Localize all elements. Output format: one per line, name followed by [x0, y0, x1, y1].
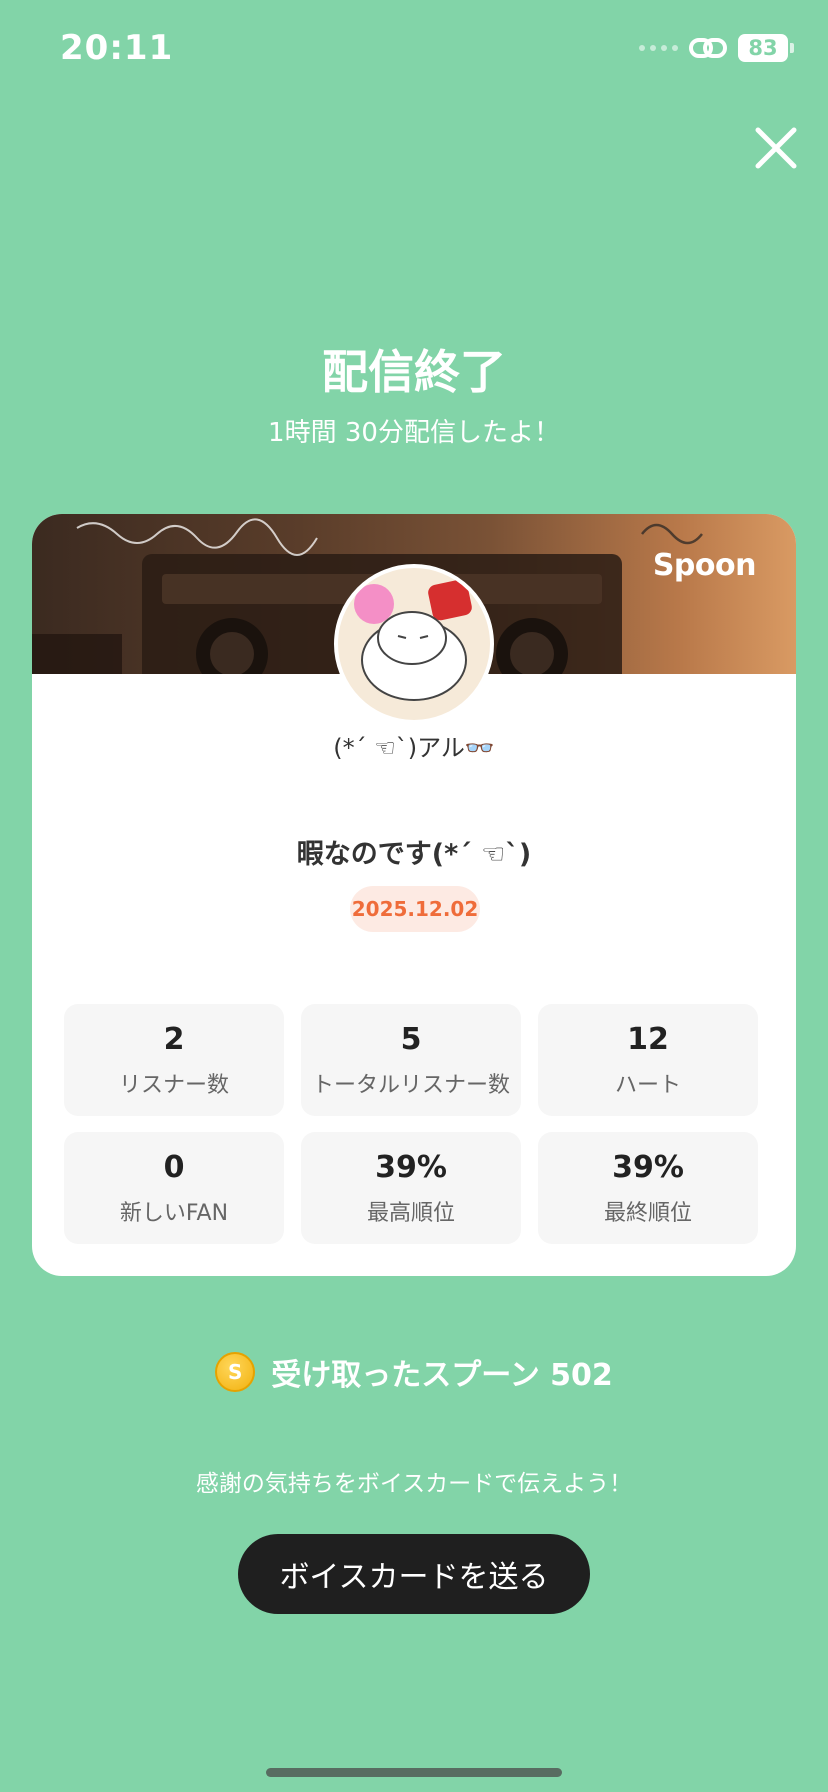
stat-label: ハート [614, 1072, 681, 1098]
status-indicators: 83 [639, 34, 794, 62]
stats-grid: 2 リスナー数 5 トータルリスナー数 12 ハート 0 新しいFAN 39% … [64, 1004, 758, 1244]
stat-value: 12 [627, 1021, 669, 1057]
stat-listeners: 2 リスナー数 [64, 1004, 284, 1116]
battery-tip [790, 43, 794, 53]
broadcast-title: 暇なのです(*´ ☜`) [296, 839, 532, 870]
dj-name: (*´ ☜`)アル👓 [333, 734, 495, 762]
signal-icon [639, 45, 678, 51]
close-button[interactable] [752, 124, 800, 172]
link-icon [689, 38, 727, 58]
battery-icon: 83 [738, 34, 788, 62]
stat-value: 39% [375, 1149, 447, 1185]
stat-label: 最終順位 [603, 1200, 692, 1226]
close-icon [755, 127, 797, 169]
stat-label: 新しいFAN [119, 1200, 229, 1226]
avatar[interactable] [334, 564, 494, 724]
received-spoons: S 受け取ったスプーン 502 [0, 1350, 828, 1394]
stat-label: リスナー数 [118, 1072, 229, 1098]
home-indicator[interactable] [266, 1768, 562, 1777]
stat-value: 2 [163, 1021, 185, 1057]
stat-total-listeners: 5 トータルリスナー数 [301, 1004, 521, 1116]
stat-hearts: 12 ハート [538, 1004, 758, 1116]
stat-value: 0 [163, 1149, 185, 1185]
broadcast-duration: 1時間 30分配信したよ！ [268, 418, 560, 448]
send-voice-card-button[interactable]: ボイスカードを送る [238, 1534, 590, 1614]
broadcast-result-card: Spoon (*´ ☜`)アル👓 暇なのです(*´ ☜`) 2025.12.02… [32, 514, 796, 1276]
stat-value: 5 [400, 1021, 422, 1057]
page-title: 配信終了 [322, 345, 506, 399]
coin-icon: S [215, 1352, 256, 1392]
status-bar: 20:11 83 [0, 0, 828, 100]
battery-level: 83 [748, 36, 778, 60]
spoon-logo: Spoon [652, 548, 757, 583]
stat-highest-rank: 39% 最高順位 [301, 1132, 521, 1244]
stat-label: トータルリスナー数 [311, 1072, 510, 1098]
stat-label: 最高順位 [366, 1200, 455, 1226]
date-badge: 2025.12.02 [350, 886, 480, 932]
stat-value: 39% [612, 1149, 684, 1185]
received-spoons-text: 受け取ったスプーン 502 [271, 1358, 613, 1393]
status-time: 20:11 [60, 28, 174, 68]
stat-final-rank: 39% 最終順位 [538, 1132, 758, 1244]
voice-card-prompt: 感謝の気持ちをボイスカードで伝えよう！ [195, 1471, 633, 1497]
stat-new-fans: 0 新しいFAN [64, 1132, 284, 1244]
avatar-illustration [354, 579, 472, 701]
